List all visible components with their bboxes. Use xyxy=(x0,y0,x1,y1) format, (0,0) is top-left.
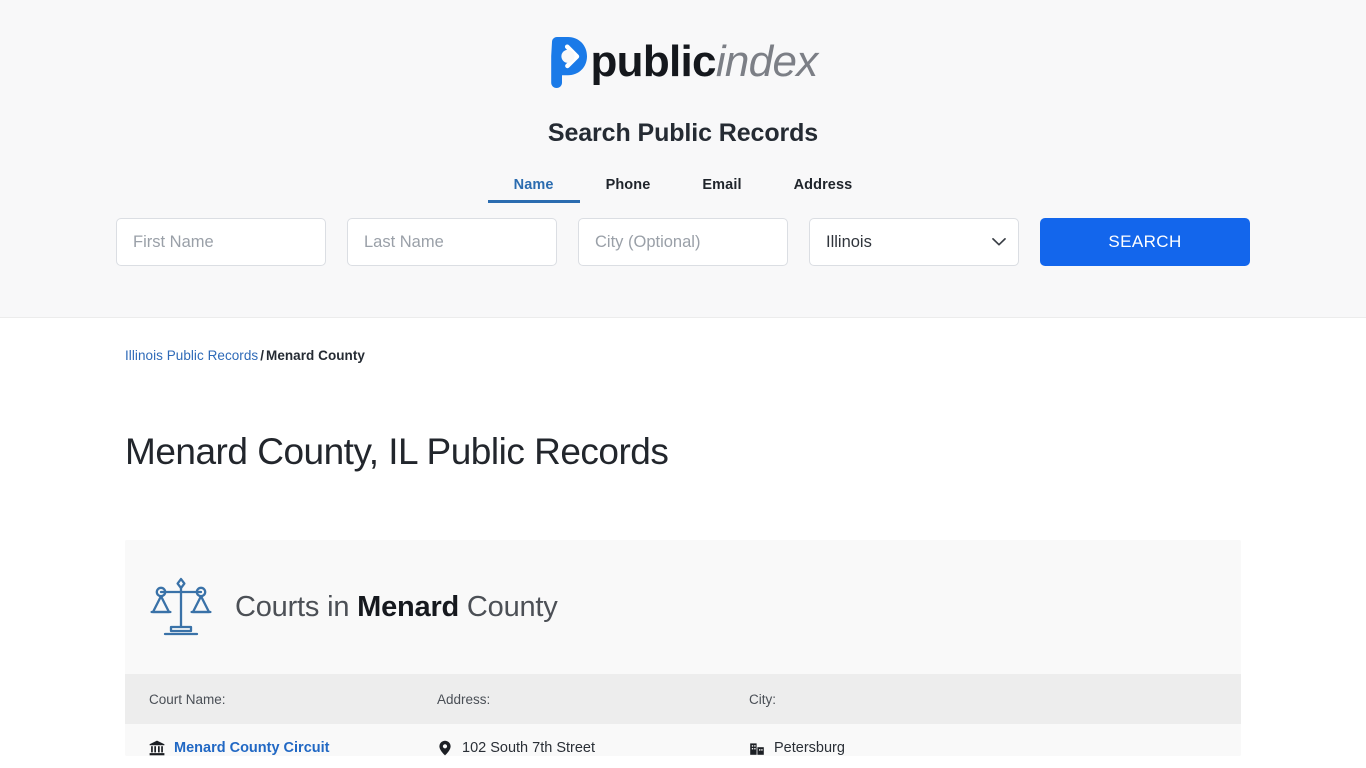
cell-court-name: Menard County Circuit xyxy=(125,740,437,756)
logo-word-public: public xyxy=(590,37,716,86)
tab-email[interactable]: Email xyxy=(676,171,767,203)
search-button[interactable]: SEARCH xyxy=(1040,218,1250,266)
public-index-p-arrow-logo-icon xyxy=(551,37,588,88)
courts-title-suffix: County xyxy=(466,590,558,623)
tab-address[interactable]: Address xyxy=(768,171,879,203)
tab-name[interactable]: Name xyxy=(487,171,580,203)
logo-container[interactable]: publicindex xyxy=(0,0,1366,90)
state-select[interactable]: Illinois xyxy=(809,218,1019,266)
city-buildings-icon xyxy=(750,743,764,755)
courts-card-header: Courts in Menard County xyxy=(125,540,1241,674)
breadcrumb: Illinois Public Records / Menard County xyxy=(125,348,1241,363)
court-name-link[interactable]: Menard County Circuit xyxy=(174,740,329,756)
courts-card: Courts in Menard County Court Name: Addr… xyxy=(125,540,1241,756)
page-title: Menard County, IL Public Records xyxy=(125,431,669,472)
logo-wordmark: publicindex xyxy=(590,36,818,88)
table-row: Menard County Circuit 102 South 7th Stre… xyxy=(125,724,1241,756)
column-header-court-name: Court Name: xyxy=(149,691,226,707)
last-name-input[interactable] xyxy=(347,218,557,266)
breadcrumb-link-illinois[interactable]: Illinois Public Records xyxy=(125,348,258,363)
state-select-wrapper[interactable]: Illinois xyxy=(809,218,1019,266)
courts-title-prefix: Courts in xyxy=(235,590,350,623)
courts-table-header: Court Name: Address: City: xyxy=(125,674,1241,724)
courts-title-county: Menard xyxy=(357,590,460,623)
bank-courthouse-icon xyxy=(149,740,165,756)
search-form: Illinois SEARCH xyxy=(0,218,1366,266)
search-type-tabs: Name Phone Email Address xyxy=(0,171,1366,203)
city-input[interactable] xyxy=(578,218,788,266)
cell-address: 102 South 7th Street xyxy=(437,740,749,756)
site-logo[interactable]: publicindex xyxy=(548,34,818,90)
column-header-city: City: xyxy=(749,691,776,707)
search-heading: Search Public Records xyxy=(547,119,819,147)
cell-city: Petersburg xyxy=(749,740,1061,756)
column-header-address: Address: xyxy=(437,691,491,707)
courts-table: Court Name: Address: City: Menard County… xyxy=(125,674,1241,756)
address-text: 102 South 7th Street xyxy=(462,740,596,756)
site-header: publicindex Search Public Records Name P… xyxy=(0,0,1366,318)
map-pin-icon xyxy=(439,740,451,756)
city-text: Petersburg xyxy=(774,740,845,756)
logo-word-index: index xyxy=(715,37,818,86)
breadcrumb-separator: / xyxy=(260,348,265,363)
tab-phone[interactable]: Phone xyxy=(580,171,677,203)
breadcrumb-current: Menard County xyxy=(266,348,365,363)
first-name-input[interactable] xyxy=(116,218,326,266)
courts-card-title: Courts in Menard County xyxy=(235,591,558,624)
main-content: Illinois Public Records / Menard County Me… xyxy=(0,348,1366,756)
scales-of-justice-icon xyxy=(150,577,212,636)
